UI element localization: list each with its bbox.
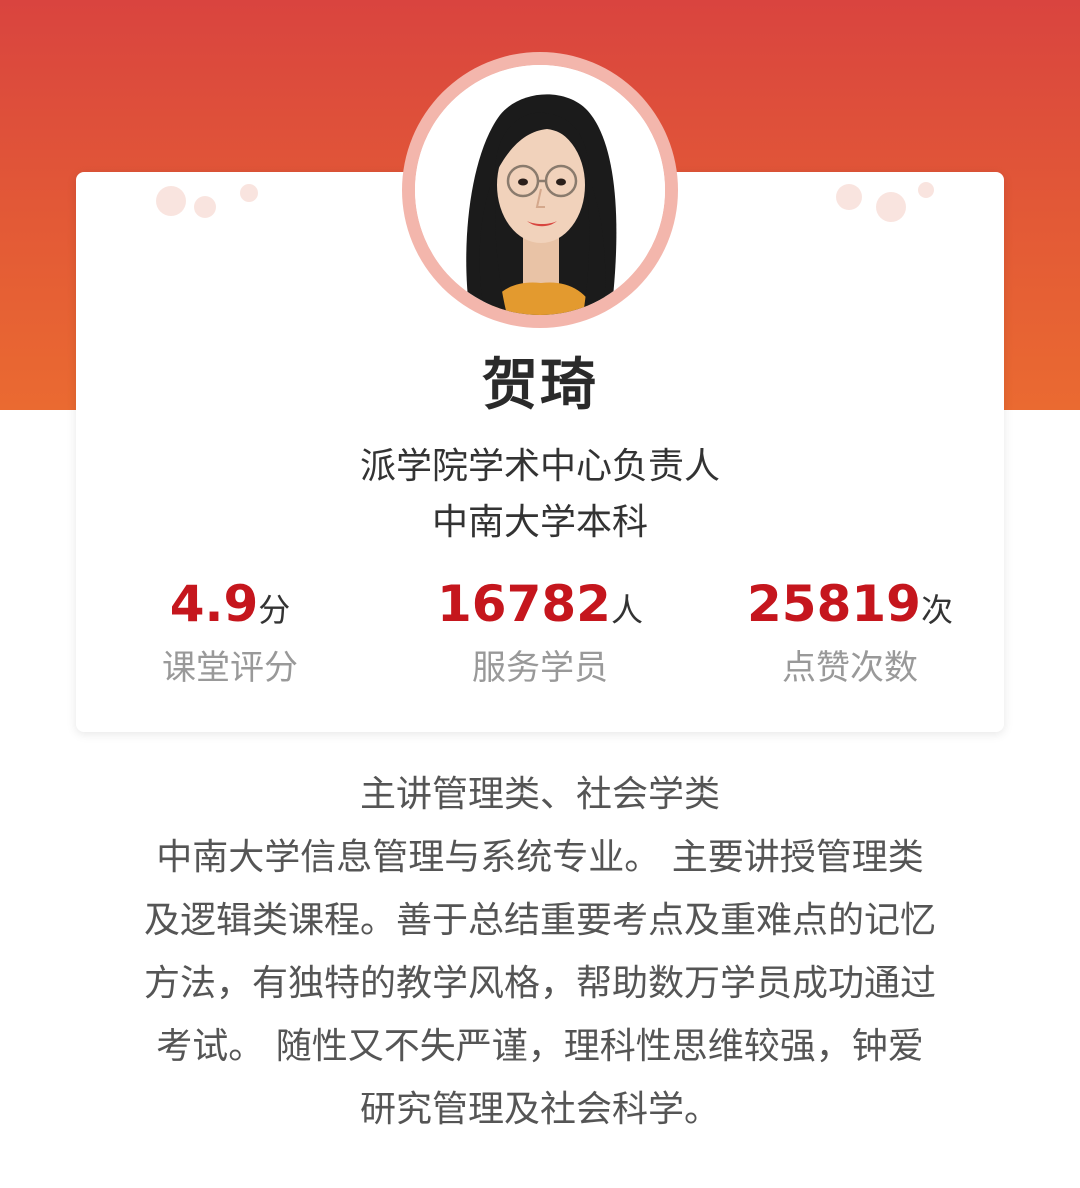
- avatar-ring: [402, 52, 678, 328]
- stat-likes: 25819次 点赞次数: [700, 572, 1000, 690]
- avatar: [415, 65, 665, 315]
- stat-value-row: 4.9分: [80, 572, 380, 642]
- stat-students: 16782人 服务学员: [390, 572, 690, 690]
- stat-value: 4.9: [169, 575, 259, 633]
- decor-dot: [876, 192, 906, 222]
- stat-unit: 分: [258, 591, 291, 629]
- decor-dot: [918, 182, 934, 198]
- decor-dot: [240, 184, 258, 202]
- bio-line: 中南大学信息管理与系统专业。 主要讲授管理类: [156, 837, 924, 878]
- stat-label: 课堂评分: [162, 648, 298, 688]
- bio-line: 方法，有独特的教学风格，帮助数万学员成功通过: [143, 963, 936, 1004]
- stat-unit: 人: [610, 591, 643, 629]
- teacher-title-line: 派学院学术中心负责人: [359, 446, 720, 487]
- stat-value-row: 16782人: [390, 572, 690, 642]
- stat-label: 服务学员: [472, 648, 608, 688]
- stat-rating: 4.9分 课堂评分: [80, 572, 380, 690]
- teacher-name: 贺琦: [482, 353, 598, 418]
- stat-unit: 次: [920, 591, 953, 629]
- bio-line: 考试。 随性又不失严谨，理科性思维较强，钟爱: [156, 1026, 924, 1067]
- stat-value: 16782: [437, 575, 611, 633]
- bio-line: 及逻辑类课程。善于总结重要考点及重难点的记忆: [143, 900, 936, 941]
- stat-value-row: 25819次: [700, 572, 1000, 642]
- teacher-portrait-icon: [415, 65, 665, 315]
- teacher-title-line: 中南大学本科: [431, 502, 648, 543]
- bio-line: 研究管理及社会科学。: [359, 1089, 720, 1130]
- decor-dot: [194, 196, 216, 218]
- stat-value: 25819: [747, 575, 921, 633]
- decor-dot: [836, 184, 862, 210]
- stat-label: 点赞次数: [782, 648, 918, 688]
- bio-line: 主讲管理类、社会学类: [359, 774, 720, 815]
- decor-dot: [156, 186, 186, 216]
